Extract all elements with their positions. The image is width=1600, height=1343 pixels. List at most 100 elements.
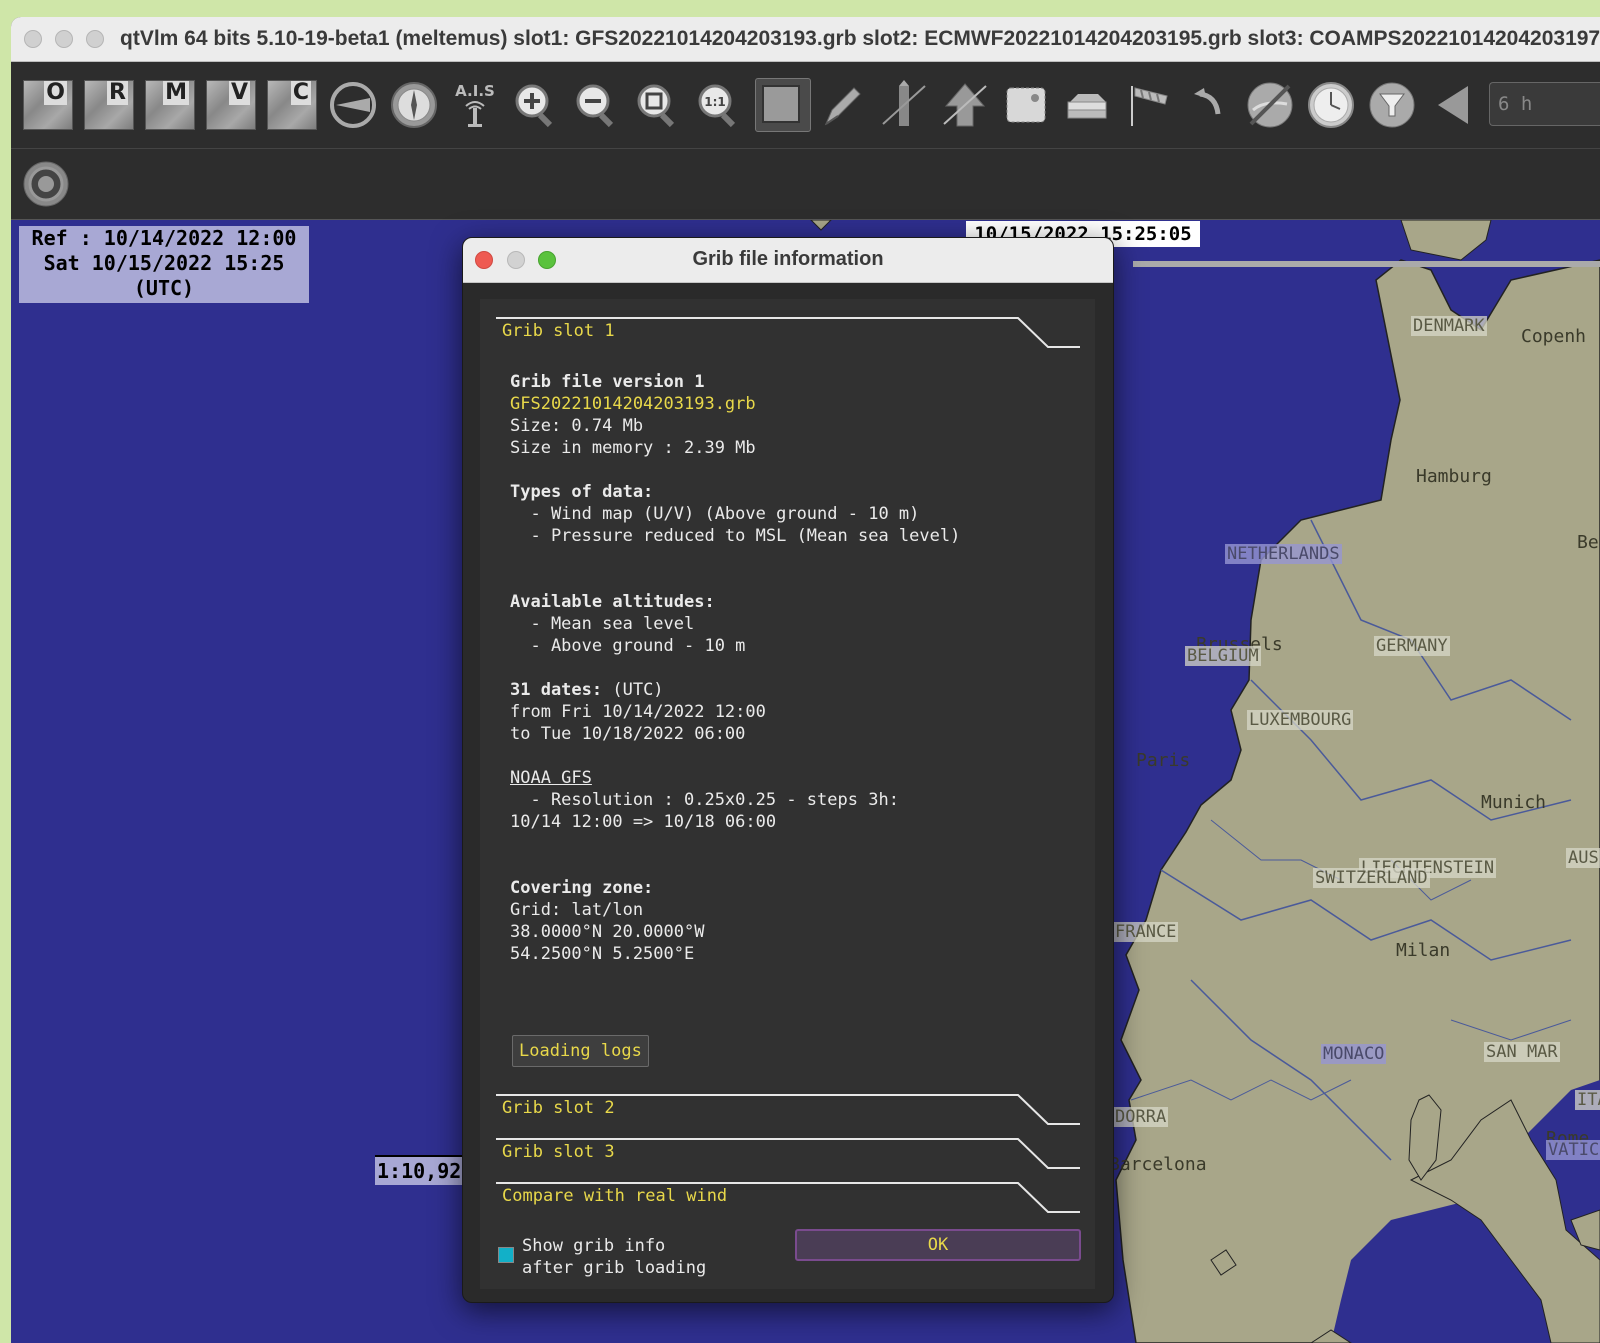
altitude-item: - Above ground - 10 m [510,636,746,656]
zone-corner: 54.2500°N 5.2500°E [510,944,695,964]
country-label: GERMANY [1374,636,1450,656]
city-label: Milan [1396,940,1451,961]
country-label: VATIC [1546,1140,1600,1160]
data-type: - Wind map (U/V) (Above ground - 10 m) [510,504,920,524]
grib-size: Size: 0.74 Mb [510,416,644,436]
model-name: NOAA GFS [510,768,592,788]
country-label: SWITZERLAND [1313,868,1430,888]
dialog-title: Grib file information [692,248,884,270]
zoom-fit-icon[interactable] [633,80,683,130]
compare-real-wind-header[interactable]: Compare with real wind [496,1182,1080,1214]
time-step-select[interactable]: 6 h [1489,82,1600,126]
clock-icon[interactable] [1306,80,1356,130]
dates-line: 31 dates: (UTC) [510,679,1080,701]
slot-label: Grib slot 1 [502,321,615,341]
country-label: SAN MAR [1484,1042,1560,1062]
grib-slot-v-button[interactable]: V [206,80,256,130]
minimize-window-button[interactable] [55,30,73,48]
poi-folder-icon[interactable] [1001,80,1051,130]
funnel-icon[interactable] [1367,80,1417,130]
no-grib-icon[interactable] [1245,80,1295,130]
loading-logs-button[interactable]: Loading logs [512,1035,649,1067]
show-grib-info-checkbox[interactable] [498,1247,514,1263]
city-label: Hamburg [1416,466,1492,487]
country-label: DORRA [1113,1107,1169,1127]
main-toolbar: O R M V C A.I.S 1:1 6 h [11,62,1600,149]
country-label: LUXEMBOURG [1247,710,1354,730]
grib-size-memory: Size in memory : 2.39 Mb [510,438,756,458]
play-back-icon[interactable] [1428,80,1478,130]
grib-slot-m-button[interactable]: M [145,80,195,130]
select-area-icon[interactable] [755,78,811,132]
ais-antenna-icon[interactable]: A.I.S [450,80,500,130]
country-label: ITA [1575,1090,1600,1110]
compass-needle-icon[interactable] [389,80,439,130]
app-window: qtVlm 64 bits 5.10-19-beta1 (meltemus) s… [11,17,1600,1343]
dates-count: 31 dates: [510,680,603,700]
tile-letter: V [228,80,250,105]
altitudes-heading: Available altitudes: [510,592,715,612]
slot-label: Grib slot 2 [502,1098,615,1118]
country-label: FRANCE [1113,922,1179,942]
zoom-window-button[interactable] [86,30,104,48]
city-label: Munich [1481,792,1547,813]
target-icon[interactable] [21,159,71,209]
grib-slot-r-button[interactable]: R [84,80,134,130]
grib-slot-o-button[interactable]: O [23,80,73,130]
model-range: 10/14 12:00 => 10/18 06:00 [510,812,777,832]
tile-letter: M [163,80,189,105]
grib-slot-2-header[interactable]: Grib slot 2 [496,1094,1080,1126]
data-type: - Pressure reduced to MSL (Mean sea leve… [510,526,961,546]
tile-letter: C [290,80,311,105]
slot-label: Compare with real wind [502,1186,728,1206]
close-window-button[interactable] [24,30,42,48]
zoom-in-icon[interactable] [511,80,561,130]
grib-info-content: Grib file version 1 GFS20221014204203193… [510,371,1080,965]
grib-slot-3-header[interactable]: Grib slot 3 [496,1138,1080,1170]
ok-button[interactable]: OK [795,1229,1081,1261]
tile-letter: O [44,80,67,105]
altitude-item: - Mean sea level [510,614,695,634]
window-title: qtVlm 64 bits 5.10-19-beta1 (meltemus) s… [120,27,1600,50]
country-label: AUS [1566,848,1600,868]
slot-label: Grib slot 3 [502,1142,615,1162]
zone-grid: Grid: lat/lon [510,900,644,920]
boat-route-icon[interactable] [940,80,990,130]
grib-version: Grib file version 1 [510,372,705,392]
grib-slot-1-header[interactable]: Grib slot 1 [496,317,1080,349]
current-date: Sat 10/15/2022 15:25 [43,251,285,275]
dialog-body: Grib slot 1 Grib file version 1 GFS20221… [480,299,1095,1289]
grib-slot-c-button[interactable]: C [267,80,317,130]
compass-half-icon[interactable] [328,80,378,130]
boards-icon[interactable] [1062,80,1112,130]
country-label: DENMARK [1411,316,1487,336]
dates-timezone: (UTC) [602,680,664,700]
zoom-one-label: 1:1 [704,95,726,109]
barrier-icon[interactable] [879,80,929,130]
title-bar: qtVlm 64 bits 5.10-19-beta1 (meltemus) s… [11,17,1600,62]
zone-heading: Covering zone: [510,878,654,898]
city-label: Barcelona [1109,1154,1207,1175]
timezone: (UTC) [133,276,195,300]
flag-icon[interactable] [1123,80,1173,130]
zoom-out-icon[interactable] [572,80,622,130]
grib-info-dialog: Grib file information Grib slot 1 Grib f… [462,237,1114,1303]
types-heading: Types of data: [510,482,654,502]
grib-filename: GFS20221014204203193.grb [510,394,756,414]
dialog-title-bar: Grib file information [463,238,1113,283]
zone-corner: 38.0000°N 20.0000°W [510,922,705,942]
country-label: MONACO [1321,1044,1387,1064]
city-label: Copenh [1521,326,1587,347]
reference-date-box: Ref : 10/14/2022 12:00 Sat 10/15/2022 15… [19,226,309,303]
ref-date: Ref : 10/14/2022 12:00 [31,226,297,250]
zoom-one-to-one-icon[interactable]: 1:1 [694,80,744,130]
tile-letter: R [107,80,128,105]
undo-arrow-icon[interactable] [1184,80,1234,130]
country-label: NETHERLANDS [1225,544,1342,564]
city-label: Be [1577,532,1599,553]
model-resolution: - Resolution : 0.25x0.25 - steps 3h: [510,790,899,810]
map-scale-label: 1:10,92 [375,1155,464,1185]
pencil-route-icon[interactable] [818,80,868,130]
date-from: from Fri 10/14/2022 12:00 [510,702,766,722]
country-label: BELGIUM [1185,646,1261,666]
